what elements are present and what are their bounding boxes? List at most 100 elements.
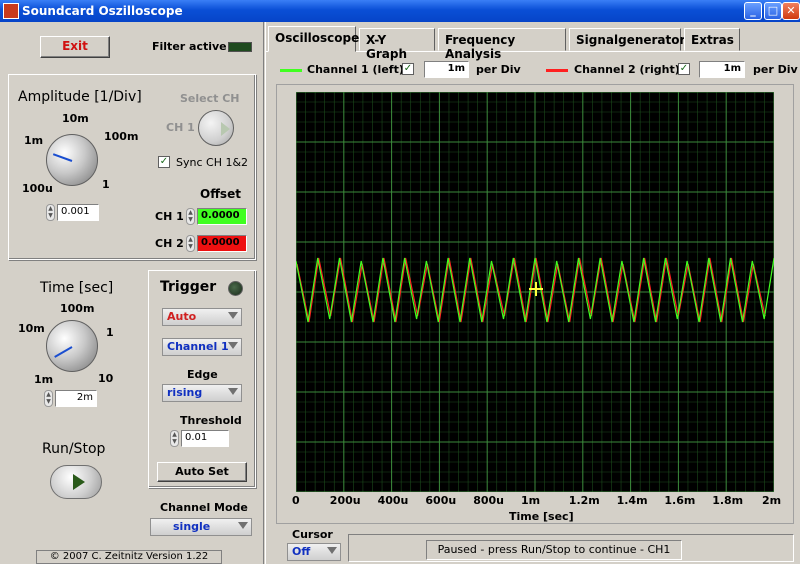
x-tick-label: 400u [377,494,409,507]
amp-tick-100m: 100m [104,130,139,143]
edge-label: Edge [187,368,218,381]
trigger-led [228,281,243,296]
time-tick-10: 10 [98,372,114,385]
select-ch-arrow-icon [221,122,230,136]
chevron-down-icon [238,522,248,529]
ch2-checkbox[interactable]: ✓ [678,63,690,75]
x-tick-label: 800u [473,494,504,507]
x-tick-label: 200u [329,494,361,507]
ch2-color-swatch [546,69,568,72]
cursor-label: Cursor [292,528,333,541]
x-tick-label: 1.6m [664,494,696,507]
sync-label: Sync CH 1&2 [176,156,249,169]
x-tick-label: 1.4m [616,494,648,507]
chevron-down-icon [228,342,238,349]
cursor-dropdown[interactable]: Off [287,543,341,561]
ch2-div-field[interactable]: 1m [699,61,745,78]
x-tick-label: 2m [762,494,782,507]
ch2-unit: per Div [753,63,798,76]
x-tick-label: 1.8m [712,494,744,507]
amplitude-value-field[interactable]: 0.001 [57,204,99,221]
select-ch-toggle[interactable] [198,110,234,146]
ch1-label: Channel 1 (left) [307,63,404,76]
copyright-label: © 2007 C. Zeitnitz Version 1.22 [36,550,222,564]
offset-ch1-spinner[interactable]: ▲ ▼ [186,208,195,225]
time-tick-1m: 1m [34,373,54,386]
run-stop-button[interactable] [50,465,102,499]
time-tick-1: 1 [106,326,114,339]
channel-mode-label: Channel Mode [160,501,248,514]
trigger-mode-value: Auto [167,310,197,323]
amp-tick-1m: 1m [24,134,44,147]
status-text: Paused - press Run/Stop to continue - CH… [426,540,682,560]
waveform-plot [295,91,775,493]
amplitude-knob[interactable] [46,134,98,186]
tab-extras[interactable]: Extras [684,28,740,51]
trigger-title: Trigger [160,279,217,295]
tab-oscilloscope[interactable]: Oscilloscope [268,26,359,52]
edge-value: rising [167,386,203,399]
trigger-channel-dropdown[interactable]: Channel 1 [162,338,242,356]
x-tick-label: 0 [292,494,300,507]
tab-frequency-analysis[interactable]: Frequency Analysis [438,28,566,61]
offset-ch1-field[interactable]: 0.0000 [197,208,247,225]
run-stop-label: Run/Stop [42,441,106,457]
filter-led [228,42,252,52]
x-tick-label: 1m [521,494,541,507]
threshold-field[interactable]: 0.01 [181,430,229,447]
panel-splitter[interactable] [263,22,266,564]
ch1-checkbox[interactable]: ✓ [402,63,414,75]
x-tick-label: 1.2m [568,494,600,507]
offset-ch1-label: CH 1 [155,210,184,223]
threshold-spinner[interactable]: ▲ ▼ [170,430,179,447]
chevron-down-icon [228,388,238,395]
scope-screen[interactable] [295,91,775,493]
chevron-down-icon [327,547,337,554]
amp-tick-10m: 10m [62,112,89,125]
cursor-value: Off [292,545,311,558]
minimize-button[interactable]: _ [744,2,762,20]
amplitude-spinner[interactable]: ▲ ▼ [46,204,55,221]
trigger-channel-value: Channel 1 [167,340,229,353]
ch1-color-swatch [280,69,302,72]
time-spinner[interactable]: ▲ ▼ [44,390,53,407]
close-button[interactable]: ✕ [782,2,800,20]
time-tick-10m: 10m [18,322,45,335]
filter-label: Filter active [152,40,227,53]
amplitude-title: Amplitude [1/Div] [18,89,142,105]
edge-dropdown[interactable]: rising [162,384,242,402]
trigger-mode-dropdown[interactable]: Auto [162,308,242,326]
offset-ch2-spinner[interactable]: ▲ ▼ [186,235,195,252]
ch2-label: Channel 2 (right) [574,63,680,76]
control-panel: Exit Filter active Amplitude [1/Div] 10m… [0,22,265,564]
amp-tick-100u: 100u [22,182,53,195]
chevron-down-icon [228,312,238,319]
app-icon [3,3,19,19]
select-ch-title: Select CH [180,92,240,105]
time-value-field[interactable]: 2m [55,390,97,407]
auto-set-button[interactable]: Auto Set [157,462,247,482]
time-tick-100m: 100m [60,302,95,315]
time-knob[interactable] [46,320,98,372]
ch1-unit: per Div [476,63,521,76]
exit-button[interactable]: Exit [40,36,110,58]
select-ch-label: CH 1 [166,121,195,134]
threshold-label: Threshold [180,414,242,427]
offset-ch2-field[interactable]: 0.0000 [197,235,247,252]
offset-ch2-label: CH 2 [155,237,184,250]
time-title: Time [sec] [40,280,114,296]
sync-checkbox[interactable]: ✓ [158,156,170,168]
channel-mode-dropdown[interactable]: single [150,518,252,536]
play-icon [73,474,85,490]
tab-signalgenerator[interactable]: Signalgenerator [569,28,685,51]
tab-xy-graph[interactable]: X-Y Graph [359,28,435,61]
amp-tick-1: 1 [102,178,110,191]
x-tick-label: 600u [425,494,457,507]
time-knob-pointer [54,346,73,358]
offset-title: Offset [200,187,241,201]
ch1-div-field[interactable]: 1m [424,61,469,78]
maximize-button[interactable]: □ [764,2,782,20]
amplitude-knob-pointer [52,153,73,162]
x-axis-label: Time [sec] [509,510,574,523]
channel-mode-value: single [173,520,211,533]
